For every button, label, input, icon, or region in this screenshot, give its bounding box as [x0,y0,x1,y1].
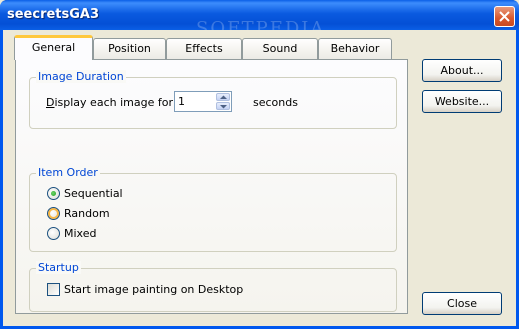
item-order-group: Item Order Sequential Random Mixed [29,166,397,252]
display-duration-label: Display each image for [46,96,173,109]
tab-behavior[interactable]: Behavior [318,38,392,59]
duration-value[interactable]: 1 [178,95,185,108]
item-order-title: Item Order [36,166,100,179]
close-window-button[interactable] [494,6,515,27]
spin-up-button[interactable] [216,93,230,101]
duration-unit-label: seconds [253,96,298,109]
radio-random[interactable] [47,207,60,220]
tab-position[interactable]: Position [93,38,166,59]
image-duration-group: Image Duration Display each image for 1 … [29,70,397,129]
dialog-window: seecretsGA3 SOFTPEDIA General Position E… [0,0,519,329]
tab-general[interactable]: General [14,35,93,60]
image-duration-title: Image Duration [36,70,126,83]
radio-sequential-label[interactable]: Sequential [64,187,123,200]
title-bar[interactable]: seecretsGA3 SOFTPEDIA [0,0,519,39]
radio-mixed-label[interactable]: Mixed [64,227,96,240]
startup-title: Startup [36,261,81,274]
tab-sound[interactable]: Sound [242,38,318,59]
spin-down-button[interactable] [216,102,230,110]
duration-spinner[interactable]: 1 [174,91,232,112]
display-duration-label-text: isplay each image for [54,96,173,109]
radio-sequential[interactable] [47,187,60,200]
radio-random-label[interactable]: Random [64,207,110,220]
arrow-up-icon [220,95,227,99]
dialog-client-area: General Position Effects Sound Behavior … [3,30,516,326]
start-painting-checkbox[interactable] [47,283,60,296]
website-button[interactable]: Website... [422,90,502,113]
tab-effects[interactable]: Effects [166,38,242,59]
about-button[interactable]: About... [422,59,502,82]
close-icon [499,11,510,22]
close-button[interactable]: Close [422,292,502,315]
start-painting-label[interactable]: Start image painting on Desktop [64,283,243,296]
radio-mixed[interactable] [47,227,60,240]
window-title: seecretsGA3 [7,7,100,22]
general-tab-panel: Image Duration Display each image for 1 … [15,59,408,314]
startup-group: Startup Start image painting on Desktop [29,261,397,312]
radio-selected-dot [51,191,56,196]
spinner-buttons [216,93,230,110]
arrow-down-icon [220,105,227,109]
